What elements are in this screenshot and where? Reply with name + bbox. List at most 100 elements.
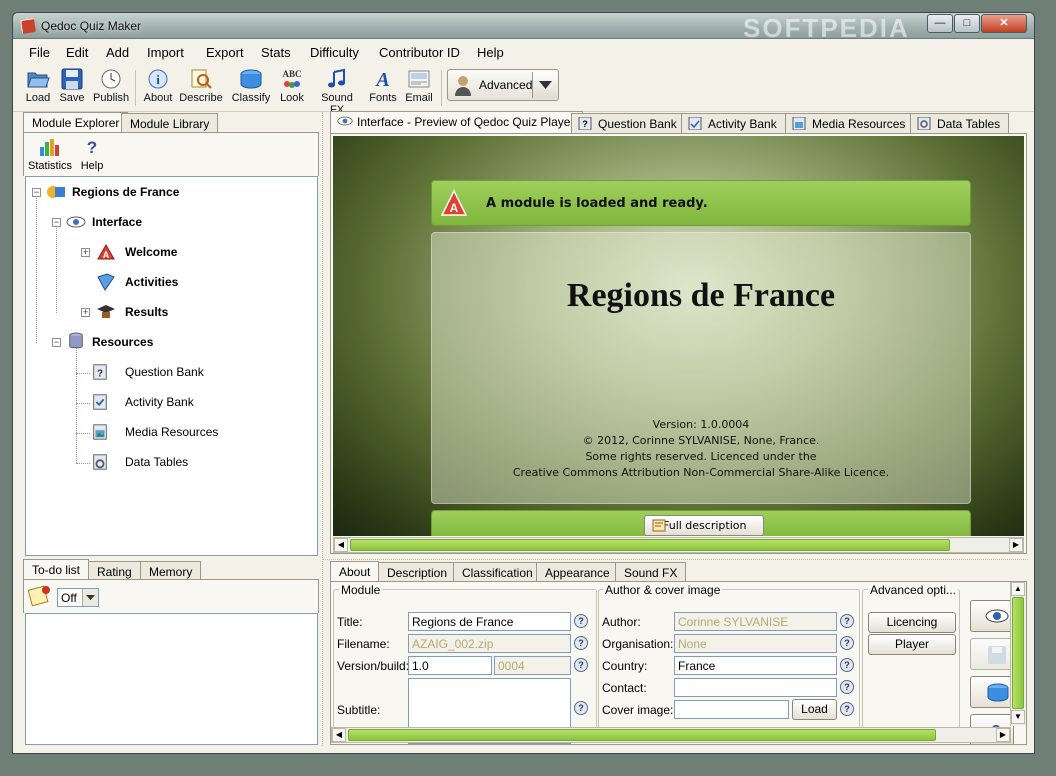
svg-text:ABC: ABC: [282, 69, 301, 79]
tab-activity-bank[interactable]: Activity Bank: [681, 113, 786, 133]
collapse-resources-toggle[interactable]: −: [52, 338, 61, 347]
describe-button[interactable]: Describe: [179, 68, 223, 104]
fonts-button[interactable]: A Fonts: [367, 68, 399, 104]
scroll-down-arrow[interactable]: ▼: [1011, 710, 1025, 724]
cover-image-input[interactable]: [674, 700, 789, 719]
load-cover-button[interactable]: Load: [792, 699, 837, 720]
save-disk-button[interactable]: [970, 638, 1014, 670]
tab-question-bank[interactable]: ? Question Bank: [571, 113, 686, 133]
author-help-icon[interactable]: ?: [840, 614, 854, 628]
close-button[interactable]: ✕: [981, 14, 1027, 33]
menu-edit[interactable]: Edit: [66, 45, 88, 60]
tab-appearance[interactable]: Appearance: [536, 562, 619, 582]
todo-list[interactable]: [25, 613, 318, 745]
menu-help[interactable]: Help: [477, 45, 504, 60]
properties-hscroll-thumb[interactable]: [348, 729, 936, 741]
preview-horizontal-scrollbar[interactable]: ◀ ▶: [333, 537, 1024, 553]
properties-vertical-scrollbar[interactable]: ▲ ▼: [1010, 582, 1026, 726]
tab-rating[interactable]: Rating: [88, 561, 141, 581]
menu-file[interactable]: File: [29, 45, 50, 60]
todo-filter-select[interactable]: Off: [57, 588, 99, 607]
subtitle-label: Subtitle:: [337, 703, 381, 717]
tab-todo-list[interactable]: To-do list: [23, 559, 90, 581]
properties-vscroll-thumb[interactable]: [1012, 597, 1024, 709]
tab-media-resources[interactable]: Media Resources: [785, 113, 915, 133]
about-button[interactable]: i About: [141, 68, 175, 104]
tree-activity-bank[interactable]: Activity Bank: [125, 395, 194, 409]
sound-fx-button[interactable]: Sound FX: [313, 68, 361, 116]
tree-media-resources[interactable]: Media Resources: [125, 425, 218, 439]
organisation-help-icon[interactable]: ?: [840, 636, 854, 650]
tree-activities[interactable]: Activities: [125, 275, 178, 289]
version-help-icon[interactable]: ?: [574, 658, 588, 672]
preview-scroll-thumb[interactable]: [350, 539, 950, 551]
database-icon: [69, 332, 83, 349]
scroll-left-arrow[interactable]: ◀: [334, 538, 348, 552]
classify-button[interactable]: Classify: [229, 68, 273, 104]
subtitle-help-icon[interactable]: ?: [574, 701, 588, 715]
tab-module-explorer[interactable]: Module Explorer: [23, 112, 129, 134]
expand-welcome-toggle[interactable]: +: [81, 248, 90, 257]
module-tree: − Regions de France − Interface + A Welc…: [25, 176, 318, 556]
title-card: Regions de France Version: 1.0.0004 © 20…: [431, 232, 971, 504]
country-input[interactable]: France: [674, 656, 837, 675]
look-button[interactable]: ABC Look: [277, 68, 307, 104]
user-mode-dropdown[interactable]: [532, 72, 557, 98]
tab-interface-preview[interactable]: Interface - Preview of Qedoc Quiz Player: [330, 111, 584, 133]
title-help-icon[interactable]: ?: [574, 614, 588, 628]
tab-classification[interactable]: Classification: [453, 562, 542, 582]
contact-input[interactable]: [674, 678, 837, 697]
properties-horizontal-scrollbar[interactable]: ◀ ▶: [331, 727, 1011, 743]
tab-about[interactable]: About: [330, 561, 380, 583]
filename-help-icon[interactable]: ?: [574, 636, 588, 650]
preview-eye-button[interactable]: [970, 600, 1014, 632]
tree-results[interactable]: Results: [125, 305, 168, 319]
player-button[interactable]: Player: [868, 634, 956, 655]
tree-welcome[interactable]: Welcome: [125, 245, 177, 259]
tree-root-regions[interactable]: Regions de France: [72, 185, 179, 199]
expand-results-toggle[interactable]: +: [81, 308, 90, 317]
tree-data-tables[interactable]: Data Tables: [125, 455, 188, 469]
collapse-root-toggle[interactable]: −: [32, 188, 41, 197]
menu-contributor-id[interactable]: Contributor ID: [379, 45, 460, 60]
email-button[interactable]: Email: [403, 68, 435, 104]
maximize-button[interactable]: □: [954, 14, 980, 33]
licencing-button[interactable]: Licencing: [868, 612, 956, 633]
classify-box-button[interactable]: [970, 676, 1014, 708]
tab-data-tables[interactable]: Data Tables: [910, 113, 1010, 133]
tab-sound-fx[interactable]: Sound FX: [615, 562, 687, 582]
cover-image-help-icon[interactable]: ?: [840, 702, 854, 716]
menu-add[interactable]: Add: [106, 45, 129, 60]
scroll-left-arrow[interactable]: ◀: [332, 728, 346, 742]
statistics-button[interactable]: Statistics: [28, 137, 72, 172]
version-input[interactable]: 1.0: [408, 656, 492, 675]
tab-description[interactable]: Description: [378, 562, 457, 582]
tab-module-library[interactable]: Module Library: [121, 113, 219, 133]
tree-interface[interactable]: Interface: [92, 215, 142, 229]
menu-export[interactable]: Export: [206, 45, 244, 60]
svg-text:?: ?: [87, 138, 97, 157]
tree-resources[interactable]: Resources: [92, 335, 153, 349]
full-description-button[interactable]: Full description: [644, 515, 764, 536]
splitter-vertical[interactable]: [322, 112, 328, 746]
menu-import[interactable]: Import: [147, 45, 184, 60]
help-button[interactable]: ? Help: [76, 137, 108, 172]
save-button[interactable]: Save: [57, 68, 87, 104]
scroll-right-arrow[interactable]: ▶: [996, 728, 1010, 742]
publish-button[interactable]: Publish: [93, 68, 129, 104]
todo-filter-dropdown[interactable]: [82, 589, 98, 606]
minimize-button[interactable]: —: [927, 14, 953, 33]
scroll-right-arrow[interactable]: ▶: [1009, 538, 1023, 552]
collapse-interface-toggle[interactable]: −: [52, 218, 61, 227]
scroll-up-arrow[interactable]: ▲: [1011, 582, 1025, 596]
load-button[interactable]: Load: [23, 68, 53, 104]
tree-question-bank[interactable]: Question Bank: [125, 365, 204, 379]
country-help-icon[interactable]: ?: [840, 658, 854, 672]
tab-memory[interactable]: Memory: [140, 561, 202, 581]
title-bar[interactable]: Qedoc Quiz Maker SOFTPEDIA — □ ✕: [13, 13, 1034, 43]
contact-help-icon[interactable]: ?: [840, 680, 854, 694]
menu-stats[interactable]: Stats: [261, 45, 291, 60]
user-mode-select[interactable]: Advanced: [447, 69, 559, 101]
title-input[interactable]: Regions de France: [408, 612, 571, 631]
menu-difficulty[interactable]: Difficulty: [310, 45, 359, 60]
